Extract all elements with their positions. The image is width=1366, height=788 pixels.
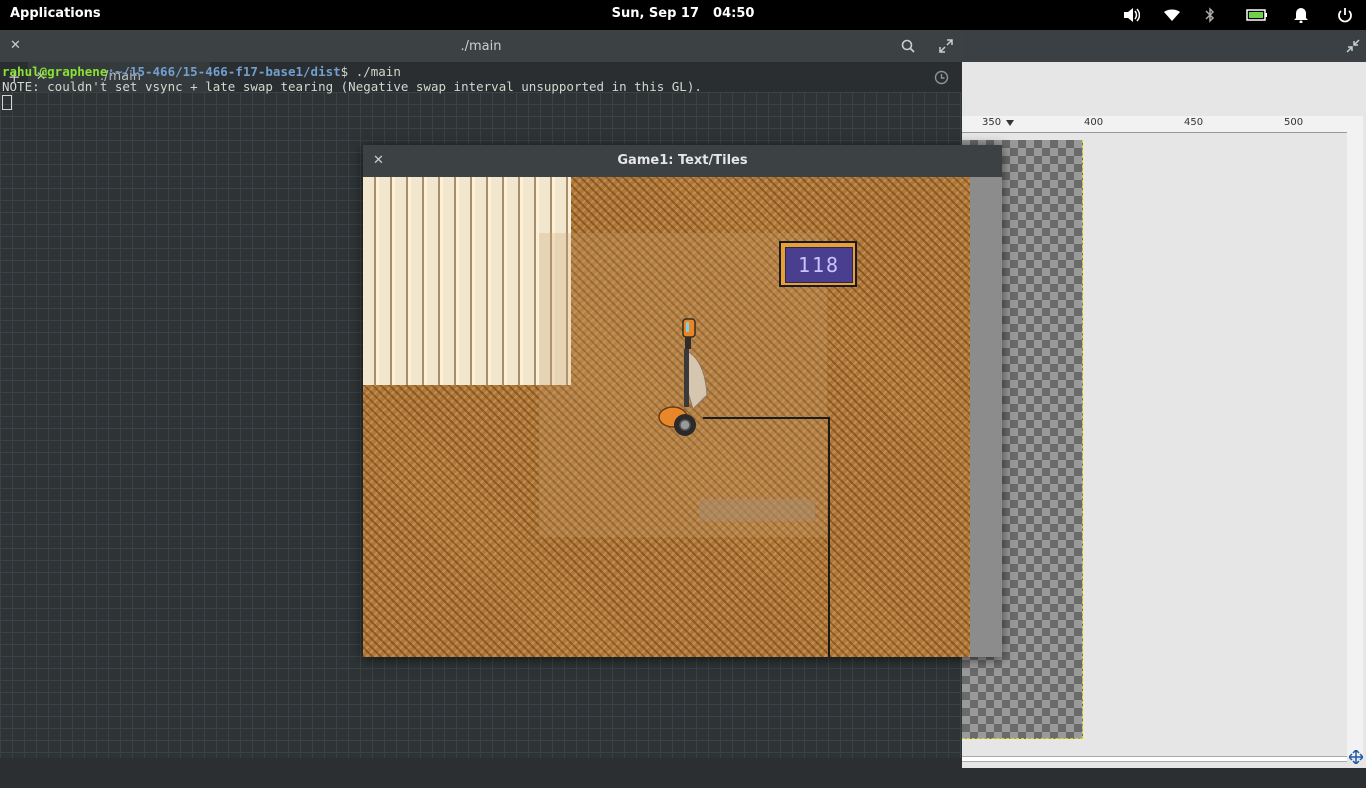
history-icon[interactable] (934, 70, 949, 85)
terminal-cursor (2, 95, 12, 110)
game-title: Game1: Text/Tiles (617, 153, 748, 168)
ruler-label: 350 (982, 117, 1002, 128)
top-panel: Applications Sun, Sep 17 04:50 (0, 0, 1366, 30)
image-editor-titlebar (962, 30, 1366, 62)
ruler-label: 450 (1184, 117, 1204, 128)
terminal-title: ./main (460, 39, 502, 54)
output-note-line: NOTE: couldn't set vsync + late swap tea… (2, 79, 702, 94)
clock-date: Sun, Sep 17 (611, 6, 700, 21)
prompt-path: :~/15-466/15-466-f17-base1/dist (107, 64, 341, 79)
search-icon[interactable] (901, 39, 915, 53)
ruler-marker-icon (1006, 120, 1014, 126)
terminal-footer (0, 758, 962, 788)
notification-bell-icon[interactable] (1292, 7, 1310, 23)
game-window: ✕ Game1: Text/Tiles 118 (363, 145, 1002, 657)
game-titlebar: ✕ Game1: Text/Tiles (363, 145, 1002, 177)
prompt-command: $ ./main (340, 64, 401, 79)
vacuum-cleaner-sprite (658, 318, 708, 436)
game-canvas[interactable]: 118 (363, 177, 970, 657)
image-editor-window: 350 400 450 500 (962, 30, 1366, 768)
power-icon[interactable] (1336, 7, 1354, 23)
game-side-panel (970, 177, 1002, 657)
prompt-user: rahul@graphene (2, 64, 108, 79)
ruler-label: 500 (1284, 117, 1304, 128)
counter-value: 118 (785, 247, 853, 283)
vertical-scrollbar[interactable] (1347, 116, 1363, 756)
unmaximize-icon[interactable] (1346, 39, 1360, 53)
cord-line (703, 417, 830, 657)
ruler-label: 400 (1084, 117, 1104, 128)
bluetooth-icon[interactable] (1203, 7, 1217, 23)
clock-time: 04:50 (713, 6, 755, 21)
horizontal-ruler: 350 400 450 500 (962, 116, 1347, 133)
counter-sign: 118 (779, 241, 857, 287)
clock[interactable]: Sun, Sep 17 04:50 (0, 6, 1366, 21)
terminal-text: rahul@graphene:~/15-466/15-466-f17-base1… (2, 64, 702, 110)
horizontal-scrollbar[interactable] (962, 756, 1347, 762)
volume-icon[interactable] (1122, 7, 1140, 23)
maximize-icon[interactable] (939, 39, 953, 53)
navigate-icon[interactable] (1349, 750, 1363, 764)
terminal-titlebar: ✕ ./main (0, 30, 962, 62)
battery-icon[interactable] (1246, 7, 1268, 23)
wifi-icon[interactable] (1163, 7, 1181, 23)
